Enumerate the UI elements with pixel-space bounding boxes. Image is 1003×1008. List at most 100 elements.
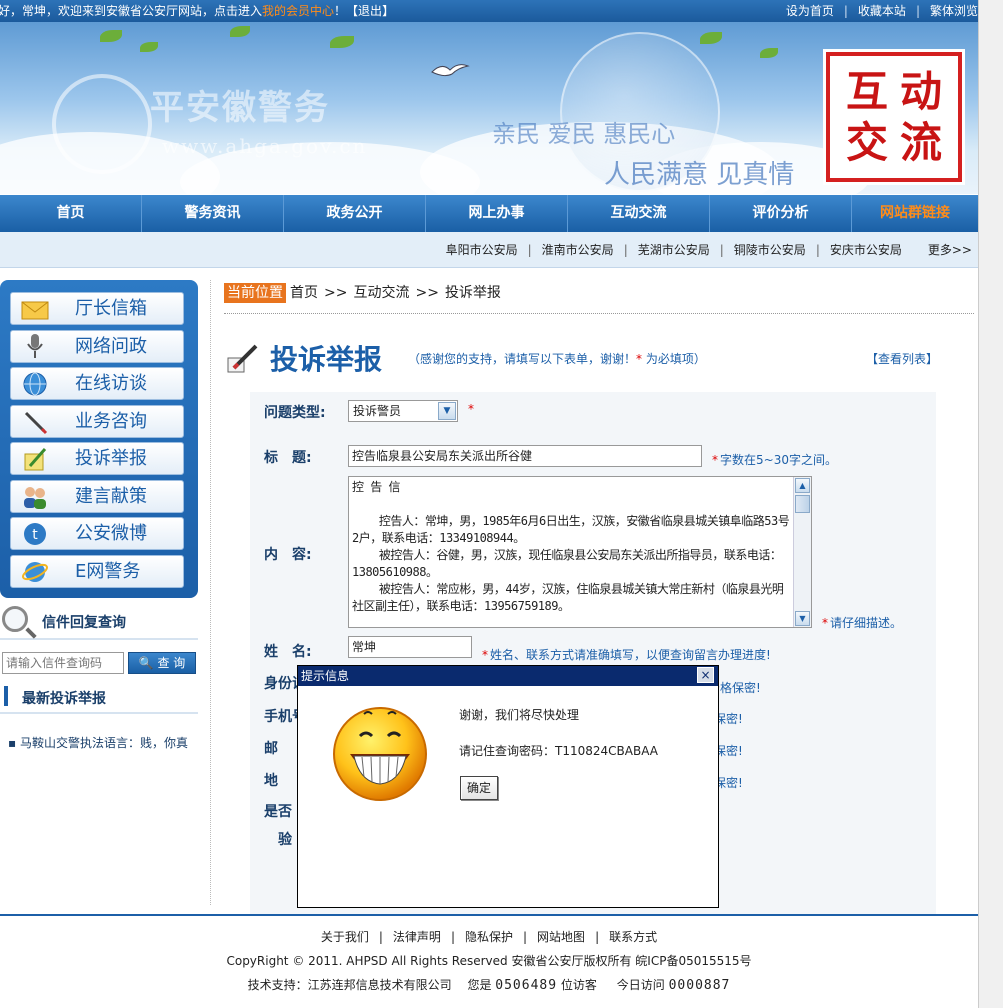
- nav-online-services[interactable]: 网上办事: [426, 195, 568, 232]
- content-hint-text: 请仔细描述。: [830, 616, 903, 630]
- content-label: 内 容:: [264, 547, 312, 563]
- svg-text:t: t: [32, 527, 38, 543]
- name-label: 姓 名:: [264, 644, 312, 660]
- public-label: 是否: [264, 804, 292, 820]
- content-textarea[interactable]: 控 告 信 控告人：常坤，男，1985年6月6日出生，汉族，安徽省临泉县城关镇阜…: [348, 476, 812, 628]
- set-home-link[interactable]: 设为首页: [786, 4, 834, 18]
- envelope-icon: [21, 295, 49, 323]
- sidebar-item-label: 业务咨询: [75, 410, 147, 432]
- sidebar-item-complaint[interactable]: 投诉举报: [10, 442, 184, 475]
- today-count: 0000887: [668, 978, 731, 993]
- logout-link[interactable]: 退出: [358, 4, 382, 18]
- sidebar-item-online-inquiry[interactable]: 网络问政: [10, 329, 184, 363]
- top-bar: 好，常坤，欢迎来到安徽省公安厅网站，点击进入我的会员中心！【退出】 设为首页 | 收…: [0, 0, 978, 22]
- scroll-up-icon[interactable]: ▲: [795, 478, 810, 493]
- seal-char: 动: [899, 66, 942, 116]
- list-item[interactable]: ▪ 马鞍山交警执法语言：贱，你真: [0, 734, 198, 751]
- ie-icon: [21, 558, 49, 586]
- content-text: 控 告 信 控告人：常坤，男，1985年6月6日出生，汉族，安徽省临泉县城关镇阜…: [352, 480, 790, 613]
- nav-home[interactable]: 首页: [0, 195, 142, 232]
- subnav-tongling[interactable]: 铜陵市公安局: [734, 243, 806, 257]
- window-scrollbar[interactable]: [978, 0, 1003, 1008]
- name-hint: * 姓名、联系方式请准确填写，以便查询留言办理进度!: [482, 646, 771, 663]
- vertical-divider: [210, 280, 211, 905]
- latest-complaints-header: 最新投诉举报: [0, 680, 198, 714]
- site-url: www.ahga.gov.cn: [162, 134, 368, 158]
- footer-legal-link[interactable]: 法律声明: [393, 930, 441, 944]
- sidebar-item-suggestions[interactable]: 建言献策: [10, 479, 184, 513]
- people-icon: [21, 483, 49, 511]
- favorite-link[interactable]: 收藏本站: [858, 4, 906, 18]
- sidebar-item-online-interview[interactable]: 在线访谈: [10, 367, 184, 400]
- query-button[interactable]: 🔍 查 询: [128, 652, 196, 674]
- sidebar-item-director-mailbox[interactable]: 厅长信箱: [10, 292, 184, 325]
- content-hint: * 请仔细描述。: [822, 614, 902, 631]
- breadcrumb-sep: >>: [324, 285, 348, 301]
- required-star: *: [822, 616, 828, 630]
- reply-query-header: 信件回复查询: [0, 604, 198, 640]
- dialog-password-text: 请记住查询密码：T110824CBABAA: [459, 744, 658, 758]
- traditional-link[interactable]: 繁体浏览: [930, 4, 978, 18]
- content-scrollbar[interactable]: ▲ ▼: [793, 477, 811, 627]
- subnav-fuyang[interactable]: 阜阳市公安局: [446, 243, 518, 257]
- nav-interaction[interactable]: 互动交流: [568, 195, 710, 232]
- breadcrumb-interaction[interactable]: 互动交流: [353, 285, 409, 301]
- sidebar-item-consulting[interactable]: 业务咨询: [10, 404, 184, 438]
- interaction-seal: 互 动 交 流: [826, 52, 962, 182]
- page-header: 投诉举报 （感谢您的支持，请填写以下表单，谢谢！* 为必填项） 【查看列表】: [226, 336, 956, 380]
- name-input[interactable]: 常坤: [348, 636, 472, 658]
- type-select[interactable]: 投诉警员 ▼: [348, 400, 458, 422]
- slogan-1: 亲民 爱民 惠民心: [492, 120, 676, 148]
- dialog-message: 谢谢，我们将尽快处理: [459, 708, 580, 722]
- sidebar-item-label: 建言献策: [75, 485, 147, 507]
- subnav-more[interactable]: 更多>>: [928, 243, 972, 257]
- pen-icon: [21, 408, 49, 436]
- nav-site-links[interactable]: 网站群链接: [852, 195, 978, 232]
- dialog-titlebar: 提示信息: [298, 666, 718, 686]
- current-location-badge: 当前位置: [224, 283, 286, 303]
- slogan-2: 人民满意 见真情: [604, 160, 795, 190]
- page: 好，常坤，欢迎来到安徽省公安厅网站，点击进入我的会员中心！【退出】 设为首页 | 收…: [0, 0, 1003, 1008]
- title-label: 标 题:: [264, 450, 312, 466]
- nav-evaluation[interactable]: 评价分析: [710, 195, 852, 232]
- footer-contact-link[interactable]: 联系方式: [609, 930, 657, 944]
- subnav-anqing[interactable]: 安庆市公安局: [830, 243, 902, 257]
- title-hint: * 字数在5~30字之间。: [712, 451, 837, 468]
- query-code-input[interactable]: [2, 652, 124, 674]
- pen-icon: [227, 344, 258, 373]
- form-note-tail: 为必填项）: [642, 352, 706, 366]
- breadcrumb-divider: [224, 313, 974, 314]
- footer-sitemap-link[interactable]: 网站地图: [537, 930, 585, 944]
- nav-gov-affairs[interactable]: 政务公开: [284, 195, 426, 232]
- footer-about-link[interactable]: 关于我们: [321, 930, 369, 944]
- view-list-link[interactable]: 【查看列表】: [866, 350, 938, 367]
- breadcrumb-home[interactable]: 首页: [290, 285, 318, 301]
- sidebar-item-label: E网警务: [75, 560, 141, 582]
- subnav-huainan[interactable]: 淮南市公安局: [542, 243, 614, 257]
- globe-icon: [21, 370, 49, 398]
- subnav-wuhu[interactable]: 芜湖市公安局: [638, 243, 710, 257]
- scroll-thumb[interactable]: [795, 495, 810, 513]
- main-nav: 首页 警务资讯 政务公开 网上办事 互动交流 评价分析 网站群链接: [0, 195, 978, 232]
- welcome-mid: ！【: [334, 4, 359, 18]
- required-star: *: [482, 648, 488, 662]
- sidebar-item-police-weibo[interactable]: t 公安微博: [10, 517, 184, 550]
- ok-button[interactable]: 确定: [460, 776, 498, 800]
- address-label: 地: [264, 773, 278, 789]
- type-select-value: 投诉警员: [353, 404, 402, 418]
- sidebar-item-e-police[interactable]: E网警务: [10, 554, 184, 588]
- title-hint-text: 字数在5~30字之间。: [720, 453, 837, 467]
- footer-privacy-link[interactable]: 隐私保护: [465, 930, 513, 944]
- seal-char: 互: [845, 66, 888, 116]
- form-note: （感谢您的支持，请填写以下表单，谢谢！* 为必填项）: [408, 350, 706, 367]
- scroll-down-icon[interactable]: ▼: [795, 611, 810, 626]
- member-center-link[interactable]: 我的会员中心: [262, 4, 334, 18]
- title-input[interactable]: 控告临泉县公安局东关派出所谷健: [348, 445, 702, 467]
- close-icon[interactable]: ×: [697, 667, 714, 683]
- footer-links: 关于我们 | 法律声明 | 隐私保护 | 网站地图 | 联系方式: [320, 930, 658, 944]
- nav-police-news[interactable]: 警务资讯: [142, 195, 284, 232]
- list-item-text: 马鞍山交警执法语言：贱，你真: [19, 736, 188, 750]
- visitor-suffix: 位访客: [560, 978, 597, 992]
- title-bar-marker: [4, 686, 8, 706]
- footer-divider: [0, 914, 978, 916]
